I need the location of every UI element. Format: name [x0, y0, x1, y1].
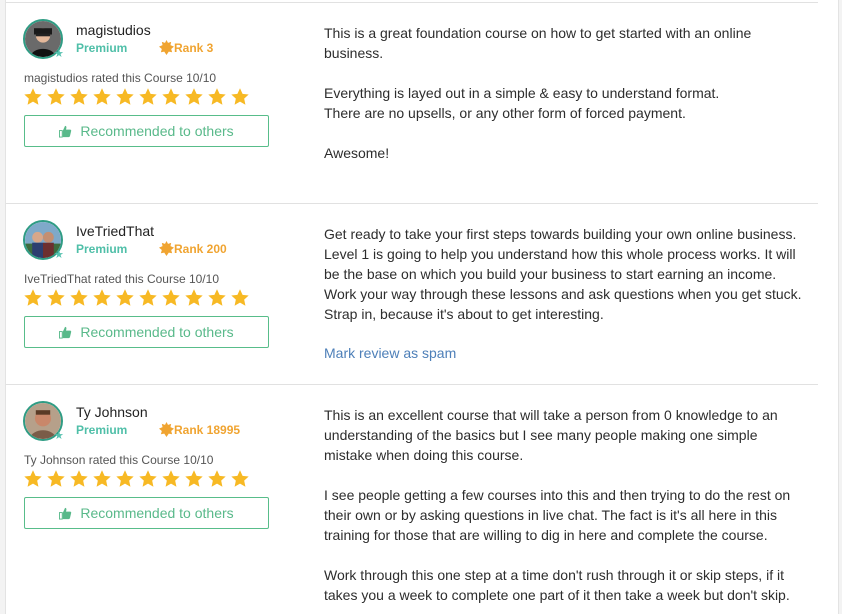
star-icon [208, 289, 226, 306]
rank-badge-icon [159, 241, 174, 257]
star-icon [24, 470, 42, 487]
star-icon [24, 88, 42, 105]
rating-text: Ty Johnson rated this Course 10/10 [24, 453, 214, 467]
star-rating [23, 87, 250, 109]
star-icon [93, 470, 111, 487]
star-icon [231, 289, 249, 306]
review-divider [6, 384, 818, 385]
star-rating [23, 469, 250, 491]
star-icon [139, 88, 157, 105]
review-paragraph: Everything is layed out in a simple & ea… [324, 85, 720, 121]
username[interactable]: magistudios [76, 22, 151, 38]
star-icon [116, 289, 134, 306]
rank-badge-icon [159, 422, 174, 438]
recommended-button[interactable]: Recommended to others [24, 316, 269, 348]
premium-star-icon: ★ [54, 249, 64, 261]
reviews-panel: ★ magistudios Premium Rank 3 magistudios… [5, 0, 839, 614]
review-divider [6, 203, 818, 204]
thumbs-up-icon [59, 507, 72, 520]
recommended-button[interactable]: Recommended to others [24, 115, 269, 147]
star-rating [23, 288, 250, 310]
star-icon [139, 470, 157, 487]
membership-badge: Premium [76, 41, 128, 55]
star-icon [70, 470, 88, 487]
star-icon [231, 88, 249, 105]
rank-label: Rank 3 [174, 40, 214, 55]
mark-spam-link[interactable]: Mark review as spam [324, 345, 456, 361]
star-icon [93, 88, 111, 105]
thumbs-up-icon [59, 125, 72, 138]
review-text: Get ready to take your first steps towar… [324, 224, 804, 344]
review-paragraph: This is an excellent course that will ta… [324, 407, 778, 463]
star-icon [47, 470, 65, 487]
rating-text: IveTriedThat rated this Course 10/10 [24, 272, 219, 286]
top-divider [6, 2, 818, 3]
review-text: This is a great foundation course on how… [324, 23, 804, 183]
rank-badge: Rank 3 [159, 39, 214, 56]
star-icon [47, 88, 65, 105]
recommended-label: Recommended to others [80, 505, 234, 521]
star-icon [208, 88, 226, 105]
star-icon [185, 88, 203, 105]
recommended-button[interactable]: Recommended to others [24, 497, 269, 529]
rank-badge: Rank 200 [159, 240, 227, 257]
star-icon [116, 470, 134, 487]
review-text: This is an excellent course that will ta… [324, 405, 804, 614]
membership-badge: Premium [76, 242, 128, 256]
review-paragraph: Awesome! [324, 145, 390, 161]
star-icon [116, 88, 134, 105]
star-icon [139, 289, 157, 306]
review-paragraph: I see people getting a few courses into … [324, 487, 791, 543]
star-icon [93, 289, 111, 306]
rank-badge: Rank 18995 [159, 421, 241, 438]
star-icon [24, 289, 42, 306]
rank-label: Rank 200 [174, 241, 227, 256]
username[interactable]: IveTriedThat [76, 223, 154, 239]
star-icon [70, 88, 88, 105]
rank-badge-icon [159, 40, 174, 56]
review-paragraph: Get ready to take your first steps towar… [324, 226, 802, 322]
star-icon [185, 289, 203, 306]
recommended-label: Recommended to others [80, 324, 234, 340]
thumbs-up-icon [59, 326, 72, 339]
review-paragraph: Work through this one step at a time don… [324, 567, 790, 603]
premium-star-icon: ★ [54, 430, 64, 442]
username[interactable]: Ty Johnson [76, 404, 148, 420]
star-icon [47, 289, 65, 306]
rank-label: Rank 18995 [174, 422, 241, 437]
star-icon [208, 470, 226, 487]
star-icon [162, 289, 180, 306]
membership-badge: Premium [76, 423, 128, 437]
star-icon [231, 470, 249, 487]
star-icon [162, 470, 180, 487]
recommended-label: Recommended to others [80, 123, 234, 139]
star-icon [70, 289, 88, 306]
premium-star-icon: ★ [54, 48, 64, 60]
star-icon [185, 470, 203, 487]
rating-text: magistudios rated this Course 10/10 [24, 71, 217, 85]
review-paragraph: This is a great foundation course on how… [324, 25, 752, 61]
star-icon [162, 88, 180, 105]
